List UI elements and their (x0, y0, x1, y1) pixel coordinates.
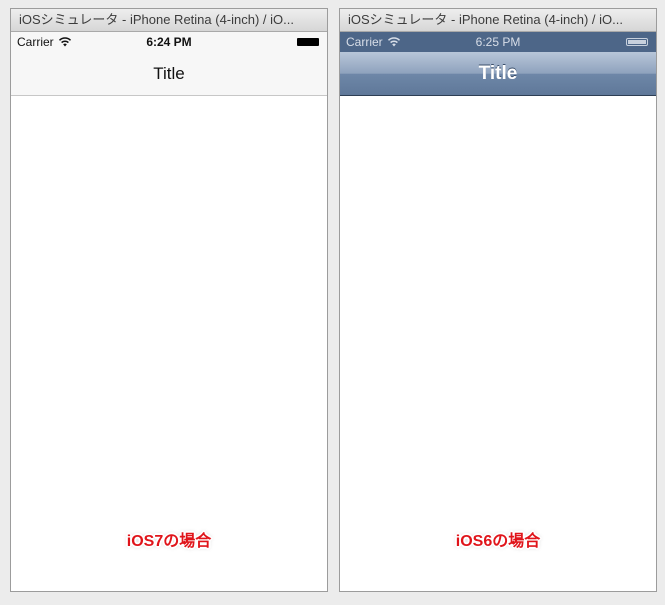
content-area: iOS6の場合 (340, 96, 656, 571)
status-bar: Carrier 6:25 PM (340, 32, 656, 52)
status-bar: Carrier 6:24 PM (11, 32, 327, 52)
caption-label: iOS7の場合 (126, 533, 212, 550)
window-title[interactable]: iOSシミュレータ - iPhone Retina (4-inch) / iO.… (11, 9, 327, 32)
caption-label: iOS6の場合 (455, 533, 541, 550)
simulator-window-ios7: iOSシミュレータ - iPhone Retina (4-inch) / iO.… (10, 8, 328, 592)
content-area: iOS7の場合 (11, 96, 327, 571)
battery-icon (626, 38, 648, 46)
navigation-bar: Title (340, 52, 656, 96)
status-time: 6:25 PM (475, 35, 521, 49)
status-time: 6:24 PM (146, 35, 192, 49)
battery-icon (297, 38, 319, 46)
nav-title: Title (478, 63, 518, 84)
simulator-window-ios6: iOSシミュレータ - iPhone Retina (4-inch) / iO.… (339, 8, 657, 592)
navigation-bar: Title (11, 52, 327, 96)
nav-title: Title (153, 64, 185, 83)
window-title[interactable]: iOSシミュレータ - iPhone Retina (4-inch) / iO.… (340, 9, 656, 32)
